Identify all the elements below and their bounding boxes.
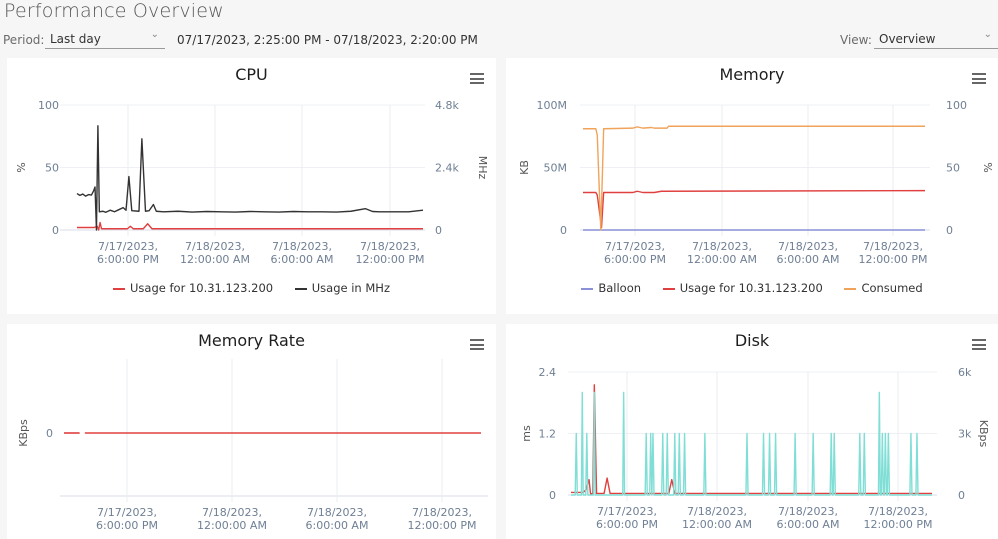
x-tick-label: 7/17/2023,	[597, 505, 657, 518]
view-select-value: Overview	[879, 32, 936, 46]
y-right-tick-label: 4.8k	[435, 99, 459, 112]
series-line	[77, 221, 423, 231]
x-tick-label: 7/17/2023,	[98, 240, 158, 253]
x-tick-label: 7/18/2023,	[412, 506, 472, 519]
x-tick-label: 12:00:00 AM	[687, 253, 757, 266]
x-tick-label: 7/18/2023,	[202, 506, 262, 519]
y-tick-label: 2.4	[539, 366, 557, 379]
x-tick-label: 7/18/2023,	[272, 240, 332, 253]
x-tick-label: 12:00:00 PM	[407, 519, 476, 532]
x-tick-label: 7/17/2023,	[605, 240, 665, 253]
x-tick-label: 6:00:00 AM	[777, 518, 840, 531]
x-tick-label: 7/18/2023,	[360, 240, 420, 253]
y-right-tick-label: 0	[946, 224, 953, 237]
y-axis-title: KB	[518, 160, 531, 175]
legend-swatch	[581, 287, 594, 290]
x-tick-label: 12:00:00 AM	[682, 518, 752, 531]
chart-legend: Usage for 10.31.123.200 Usage in MHz	[7, 281, 496, 295]
series-line	[571, 384, 932, 495]
memory-rate-chart: 7/17/2023,6:00:00 PM7/18/2023,12:00:00 A…	[17, 359, 488, 532]
legend-item[interactable]: Usage in MHz	[294, 281, 390, 295]
y-axis-title: %	[15, 162, 28, 172]
y-right-tick-label: 2.4k	[435, 162, 459, 175]
x-tick-label: 7/18/2023,	[307, 506, 367, 519]
x-tick-label: 6:00:00 AM	[777, 253, 840, 266]
legend-label: Usage for 10.31.123.200	[679, 281, 823, 295]
x-tick-label: 6:00:00 PM	[97, 253, 159, 266]
page-title: Performance Overview	[4, 0, 224, 22]
chevron-down-icon: ⌄	[983, 29, 992, 40]
y-tick-label: 1.2	[539, 428, 557, 441]
memory-rate-chart-card: Memory Rate 7/17/2023, 6:00:00 PM 7/18/202…	[7, 324, 496, 539]
y-axis-title: ms	[520, 425, 533, 442]
y-right-tick-label: 0	[435, 224, 442, 237]
series-line	[76, 125, 424, 231]
x-tick-label: 6:00:00 PM	[96, 519, 158, 532]
y-right-tick-label: 6k	[958, 366, 972, 379]
legend-swatch	[662, 287, 675, 290]
legend-item[interactable]: Usage for 10.31.123.200	[662, 281, 823, 295]
x-tick-label: 6:00:00 AM	[306, 519, 369, 532]
x-tick-label: 12:00:00 PM	[863, 518, 932, 531]
y-tick-label: 50	[45, 162, 59, 175]
period-select-value: Last day	[50, 32, 101, 46]
x-tick-label: 12:00:00 PM	[858, 253, 927, 266]
legend-swatch	[844, 287, 857, 290]
y-tick-label: 100M	[537, 99, 568, 112]
x-tick-label: 7/18/2023,	[778, 505, 838, 518]
disk-chart-card: Disk 0 0 1.2 3k 2.4 6k 7/17/2023, 6:00:00 PM 7/1…	[506, 324, 998, 539]
legend-label: Consumed	[861, 281, 923, 295]
y-tick-label: 0	[549, 489, 556, 502]
x-tick-label: 6:00:00 PM	[596, 518, 658, 531]
memory-chart-card: Memory 0 0 50M 50 100M 100 7/17/2023, 6:00:00 P…	[506, 58, 998, 314]
chevron-down-icon: ⌄	[150, 29, 159, 40]
legend-swatch	[113, 287, 125, 290]
series-line	[583, 189, 926, 229]
legend-label: Usage for 10.31.123.200	[130, 281, 274, 295]
x-tick-label: 12:00:00 AM	[180, 253, 250, 266]
x-tick-label: 7/18/2023,	[868, 505, 928, 518]
view-select[interactable]: Overview ⌄	[874, 29, 998, 49]
cpu-chart: 0 0 50 2.4k 100 4.8k 7/17/2023,6:00:00 PM 7/18/…	[15, 99, 489, 266]
y-right-axis-title: %	[981, 162, 994, 172]
y-tick-label: 100	[38, 99, 59, 112]
legend-item[interactable]: Balloon	[581, 281, 641, 295]
x-tick-label: 12:00:00 PM	[355, 253, 424, 266]
x-tick-label: 7/18/2023,	[863, 240, 923, 253]
legend-swatch	[294, 287, 307, 290]
y-tick-label: 0	[560, 224, 567, 237]
y-right-tick-label: 0	[958, 489, 965, 502]
view-label: View:	[840, 33, 872, 47]
x-tick-label: 6:00:00 AM	[271, 253, 334, 266]
legend-item[interactable]: Usage for 10.31.123.200	[113, 281, 273, 295]
legend-item[interactable]: Consumed	[844, 281, 923, 295]
y-right-tick-label: 3k	[958, 428, 972, 441]
y-right-axis-title: MHz	[476, 156, 489, 180]
memory-chart: 0 0 50M 50 100M 100 7/17/2023,6:00:00 PM 7/18/2…	[518, 99, 994, 266]
disk-chart: 0 0 1.2 3k 2.4 6k 7/17/2023,6:00:00 PM 7/18/202…	[520, 366, 990, 531]
period-select[interactable]: Last day ⌄	[45, 29, 165, 49]
y-right-tick-label: 50	[946, 162, 960, 175]
chart-legend: Balloon Usage for 10.31.123.200 Consumed	[506, 281, 998, 295]
series-line	[583, 125, 925, 231]
x-tick-label: 12:00:00 AM	[197, 519, 267, 532]
cpu-chart-card: CPU 0 0 50 2.4k 100 4.8k 7/17/2023, 6:00:00 PM 7…	[7, 58, 496, 314]
y-right-axis-title: KBps	[977, 420, 990, 448]
date-range: 07/17/2023, 2:25:00 PM - 07/18/2023, 2:2…	[177, 33, 478, 47]
y-tick-label: 0	[46, 427, 53, 440]
y-tick-label: 50M	[544, 162, 568, 175]
y-right-tick-label: 100	[946, 99, 967, 112]
x-tick-label: 7/18/2023,	[687, 505, 747, 518]
legend-label: Usage in MHz	[311, 281, 390, 295]
x-tick-label: 7/17/2023,	[97, 506, 157, 519]
x-tick-label: 7/18/2023,	[778, 240, 838, 253]
x-tick-label: 6:00:00 PM	[604, 253, 666, 266]
x-tick-label: 7/18/2023,	[692, 240, 752, 253]
legend-label: Balloon	[598, 281, 642, 295]
y-axis-title: KBps	[17, 419, 30, 447]
period-label: Period:	[3, 33, 45, 47]
series-line	[571, 391, 932, 496]
x-tick-label: 7/18/2023,	[185, 240, 245, 253]
y-tick-label: 0	[52, 224, 59, 237]
